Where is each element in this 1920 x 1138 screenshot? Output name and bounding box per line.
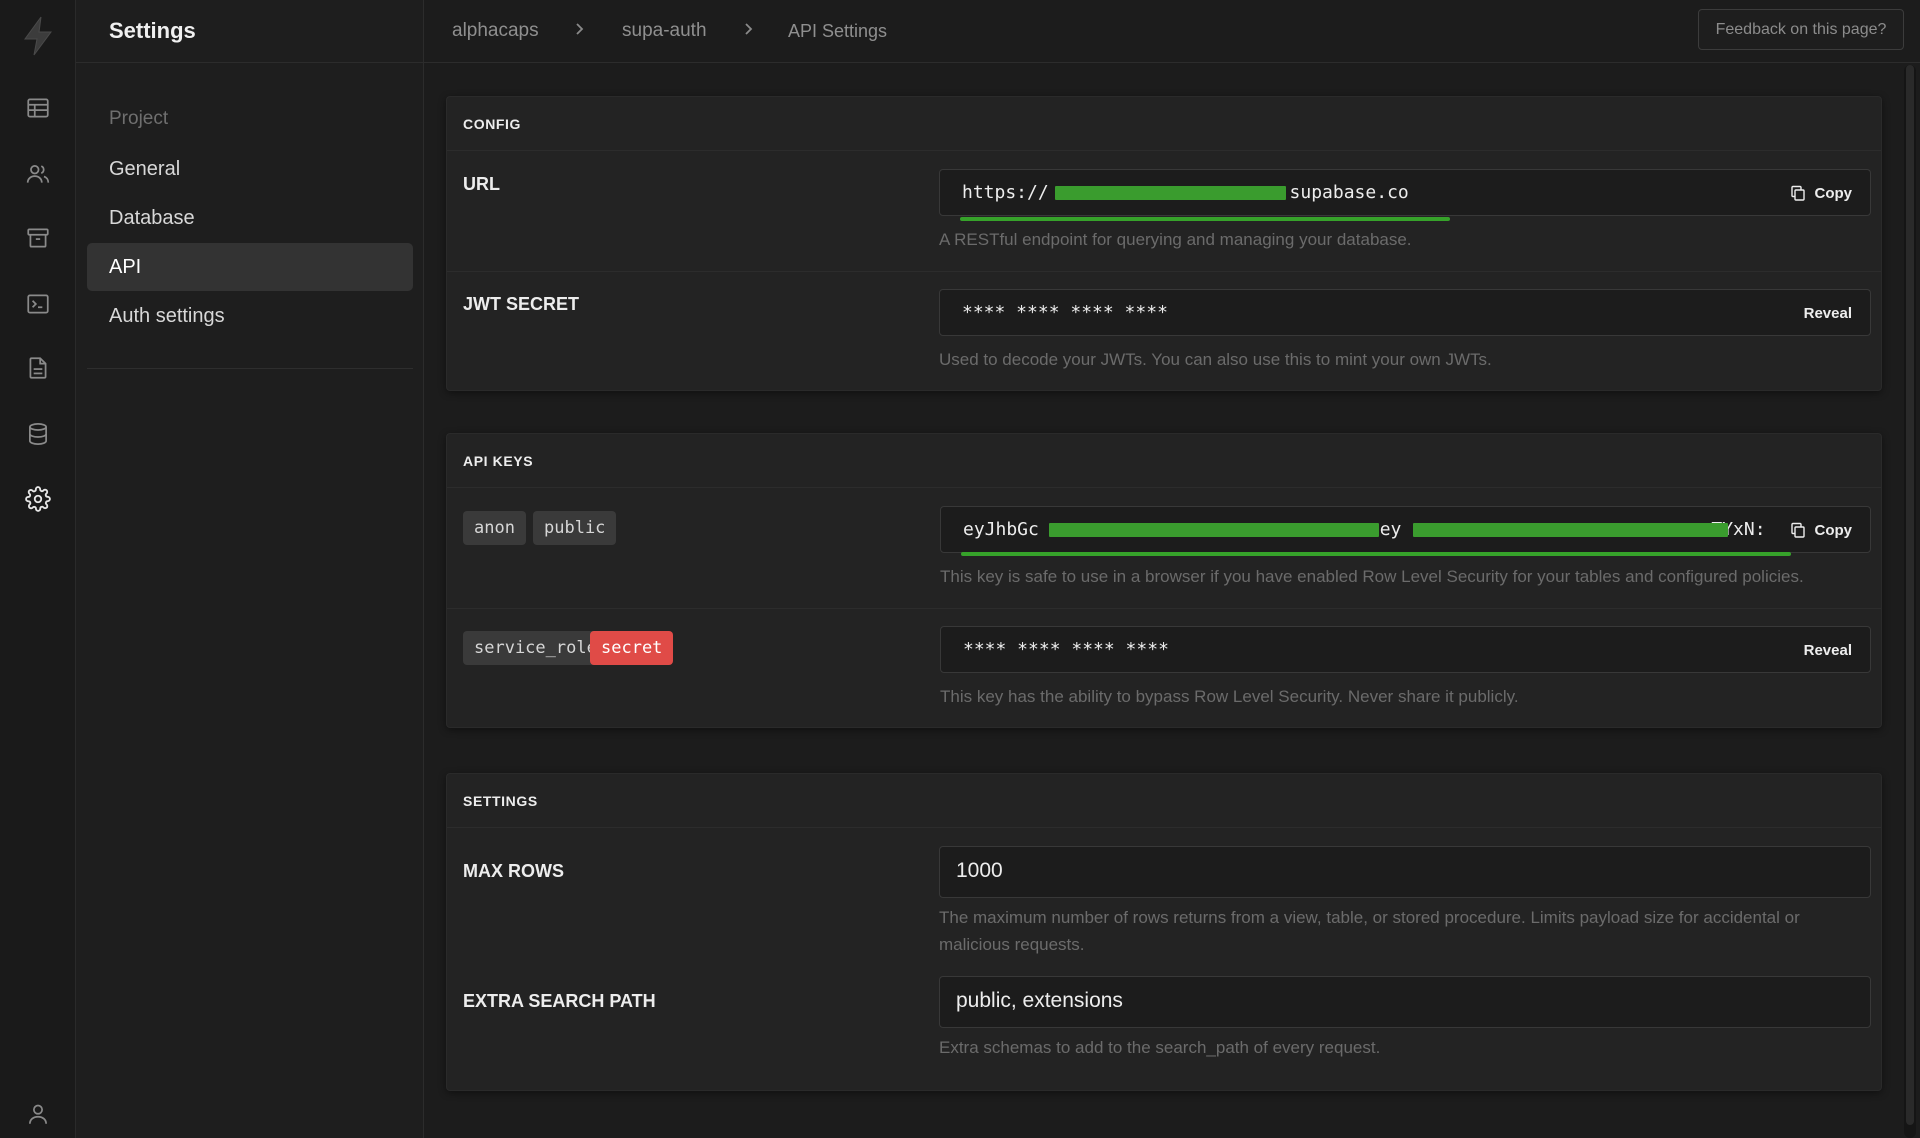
redaction-mark: [1049, 523, 1379, 537]
url-field[interactable]: https:// .supabase.co Copy: [939, 169, 1871, 221]
main-content: CONFIG URL https:// .supabase.co Copy A R…: [424, 63, 1920, 1138]
redaction-mark: [1413, 523, 1728, 537]
service-key-help-text: This key has the ability to bypass Row L…: [940, 687, 1519, 706]
feedback-button[interactable]: Feedback on this page?: [1698, 9, 1904, 50]
api-keys-panel-title: API KEYS: [447, 434, 1881, 488]
sidebar-item-database[interactable]: Database: [87, 194, 413, 242]
jwt-field[interactable]: **** **** **** **** Reveal: [939, 289, 1871, 336]
search-path-input[interactable]: public, extensions: [939, 976, 1871, 1028]
app-root: Settings Project General Database API Au…: [0, 0, 1920, 1138]
copy-icon: [1790, 522, 1805, 538]
search-path-row: EXTRA SEARCH PATH public, extensions Ext…: [447, 959, 1881, 1092]
scrollbar-thumb[interactable]: [1906, 65, 1914, 1125]
public-tag: public: [533, 511, 617, 545]
sidebar-item-auth-settings[interactable]: Auth settings: [87, 292, 413, 340]
anon-tag: anon: [463, 511, 526, 545]
sidebar-section-label: Project: [109, 108, 169, 129]
max-rows-value: 1000: [956, 859, 1003, 882]
chevron-right-icon: [571, 18, 589, 40]
jwt-row: JWT SECRET **** **** **** **** Reveal Us…: [447, 272, 1881, 392]
sidebar-item-api[interactable]: API: [87, 243, 413, 291]
max-rows-label: MAX ROWS: [463, 861, 564, 881]
jwt-value: **** **** **** ****: [962, 302, 1168, 323]
url-prefix: https://: [962, 182, 1049, 203]
breadcrumb-current: API Settings: [788, 21, 888, 41]
max-rows-row: MAX ROWS 1000 The maximum number of rows…: [447, 829, 1881, 959]
api-keys-panel: API KEYS anon public eyJhbGc .ey TYxN: Cop…: [446, 433, 1882, 728]
service-key-value: **** **** **** ****: [963, 639, 1169, 660]
settings-icon[interactable]: [0, 475, 76, 523]
service-role-tag: service_role: [463, 631, 608, 665]
breadcrumb-project[interactable]: supa-auth: [622, 20, 707, 42]
database-icon[interactable]: [0, 410, 76, 458]
settings-panel-title: SETTINGS: [447, 774, 1881, 828]
settings-sidebar: Settings Project General Database API Au…: [76, 0, 424, 1138]
sidebar-item-general[interactable]: General: [87, 145, 413, 193]
copy-label: Copy: [1814, 184, 1853, 202]
icon-rail: [0, 0, 76, 1138]
anon-key-field[interactable]: eyJhbGc .ey TYxN: Copy: [940, 506, 1871, 556]
url-help-text: A RESTful endpoint for querying and mana…: [939, 230, 1412, 249]
jwt-help-text: Used to decode your JWTs. You can also u…: [939, 350, 1492, 369]
service-key-row: service_role secret **** **** **** **** …: [447, 609, 1881, 729]
logo-icon[interactable]: [0, 10, 76, 62]
profile-icon[interactable]: [0, 1090, 76, 1138]
copy-icon: [1790, 185, 1805, 201]
settings-panel: SETTINGS MAX ROWS 1000 The maximum numbe…: [446, 773, 1882, 1091]
storage-icon[interactable]: [0, 214, 76, 262]
top-bar: alphacaps supa-auth API Settings Feedbac…: [424, 0, 1920, 63]
anon-key-row: anon public eyJhbGc .ey TYxN: Copy This ke…: [447, 489, 1881, 609]
reveal-service-key-button[interactable]: Reveal: [1804, 639, 1852, 661]
docs-icon[interactable]: [0, 344, 76, 392]
anon-key-start: eyJhbGc: [963, 519, 1039, 540]
url-label: URL: [463, 174, 500, 194]
sidebar-header: Settings: [76, 0, 423, 63]
redaction-underline: [960, 217, 1450, 221]
copy-url-button[interactable]: Copy: [1789, 182, 1853, 204]
search-path-label: EXTRA SEARCH PATH: [463, 991, 656, 1011]
service-key-field[interactable]: **** **** **** **** Reveal: [940, 626, 1871, 673]
users-icon[interactable]: [0, 150, 76, 198]
url-row: URL https:// .supabase.co Copy A RESTful …: [447, 152, 1881, 272]
secret-tag: secret: [590, 631, 674, 665]
max-rows-input[interactable]: 1000: [939, 846, 1871, 898]
sidebar-divider: [87, 368, 413, 369]
anon-key-help-text: This key is safe to use in a browser if …: [940, 567, 1804, 586]
reveal-jwt-button[interactable]: Reveal: [1804, 302, 1852, 324]
main-scrollbar[interactable]: [1904, 65, 1916, 1138]
copy-anon-key-button[interactable]: Copy: [1789, 519, 1853, 541]
search-path-value: public, extensions: [956, 989, 1123, 1012]
redaction-mark: [1055, 186, 1286, 200]
config-panel: CONFIG URL https:// .supabase.co Copy A R…: [446, 96, 1882, 391]
jwt-label: JWT SECRET: [463, 294, 580, 314]
chevron-right-icon: [740, 18, 758, 40]
search-path-help-text: Extra schemas to add to the search_path …: [939, 1038, 1381, 1057]
breadcrumb-org[interactable]: alphacaps: [452, 20, 539, 42]
sql-editor-icon[interactable]: [0, 280, 76, 328]
url-suffix: .supabase.co: [1278, 182, 1409, 203]
table-editor-icon[interactable]: [0, 84, 76, 132]
redaction-underline: [961, 552, 1791, 556]
config-panel-title: CONFIG: [447, 97, 1881, 151]
sidebar-title: Settings: [109, 18, 196, 43]
copy-label: Copy: [1814, 521, 1853, 539]
max-rows-help-text: The maximum number of rows returns from …: [939, 908, 1800, 954]
